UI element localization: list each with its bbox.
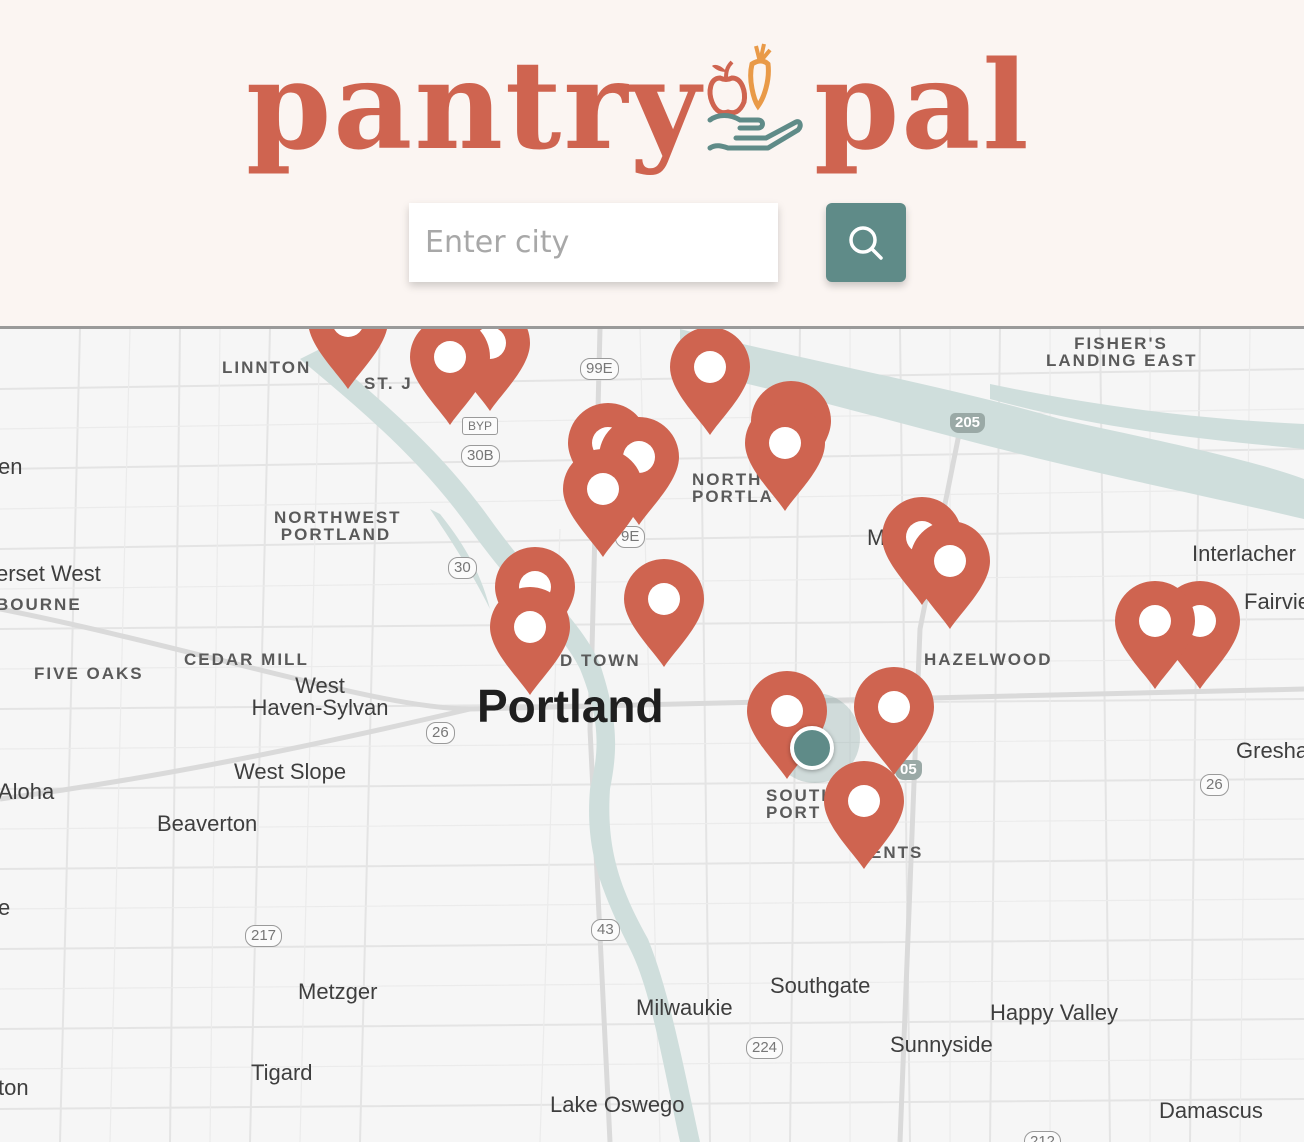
search-icon: [849, 225, 883, 260]
map-label-interlachen: Interlacher: [1192, 541, 1296, 566]
map-label-somerset-west: erset West: [0, 561, 101, 586]
route-shield-205: 205: [950, 413, 986, 433]
map-label-tigard: Tigard: [251, 1060, 313, 1085]
produce-in-hand-icon: [706, 40, 804, 158]
map-pin-icon[interactable]: [743, 401, 827, 513]
map-label-happy-valley: Happy Valley: [990, 1000, 1118, 1025]
map-label-milwaukie: Milwaukie: [636, 995, 733, 1020]
map-pin-icon[interactable]: [408, 329, 492, 427]
pantry-map[interactable]: LINNTON ST. J FISHER'S LANDING EAST NORT…: [0, 329, 1304, 1142]
logo-word-pal: pal: [814, 33, 1031, 177]
route-shield-26a: 26: [426, 722, 455, 744]
city-search-input[interactable]: [409, 203, 778, 282]
route-shield-224: 224: [746, 1037, 784, 1059]
map-label-damascus: Damascus: [1159, 1098, 1263, 1123]
map-label-northwest-line1: NORTHWEST: [274, 508, 402, 527]
logo-word-pantry: pantry: [246, 33, 703, 177]
route-shield-43: 43: [591, 919, 620, 941]
map-pin-icon[interactable]: [822, 759, 906, 871]
app-header: pantry pal: [0, 0, 1304, 329]
map-label-northwest-line2: PORTLAND: [280, 525, 392, 544]
map-label-en: en: [0, 454, 23, 479]
map-label-fishers-line2: LANDING EAST: [1046, 351, 1198, 370]
route-shield-30: 30: [448, 557, 477, 579]
map-label-northwest-portland: NORTHWEST PORTLAND: [274, 508, 402, 544]
map-label-southgate: Southgate: [770, 973, 871, 998]
map-label-aloha: Aloha: [0, 779, 55, 804]
map-label-sunnyside: Sunnyside: [890, 1032, 993, 1057]
map-label-five-oaks: FIVE OAKS: [34, 664, 144, 683]
map-label-linnton: LINNTON: [222, 358, 312, 377]
route-shield-99e: 99E: [580, 358, 619, 380]
map-pin-icon[interactable]: [306, 329, 390, 391]
map-label-metzger: Metzger: [298, 979, 378, 1004]
route-shield-212: 212: [1024, 1131, 1062, 1142]
map-pin-icon[interactable]: [561, 447, 645, 559]
map-label-beaverton: Beaverton: [157, 811, 258, 836]
route-shield-26b: 26: [1200, 774, 1229, 796]
map-label-west-line1: West: [295, 673, 345, 698]
map-label-bourne: BOURNE: [0, 595, 82, 614]
map-label-fishers-landing: FISHER'S LANDING EAST: [1046, 335, 1196, 369]
map-label-e: e: [0, 895, 11, 920]
map-pin-icon[interactable]: [622, 557, 706, 669]
map-pin-icon[interactable]: [1113, 579, 1197, 691]
pantry-pal-logo[interactable]: pantry pal: [0, 40, 1304, 170]
map-pin-icon[interactable]: [488, 585, 572, 697]
map-label-west-haven-sylvan: West Haven-Sylvan: [248, 675, 392, 719]
route-shield-217: 217: [245, 925, 283, 947]
map-label-cedar-mill: CEDAR MILL: [184, 650, 309, 669]
map-label-lake-oswego: Lake Oswego: [550, 1092, 685, 1117]
map-label-west-slope: West Slope: [234, 759, 347, 784]
map-label-west-line2: Haven-Sylvan: [251, 695, 389, 720]
map-label-fairview: Fairvie: [1244, 589, 1304, 614]
map-pin-icon[interactable]: [908, 519, 992, 631]
user-location-icon: [790, 726, 834, 770]
route-shield-30b: 30B: [461, 445, 500, 467]
map-label-ton: ton: [0, 1075, 29, 1100]
map-label-gresham: Gresha: [1236, 738, 1304, 763]
map-label-fishers-line1: FISHER'S: [1074, 334, 1168, 353]
search-button[interactable]: [826, 203, 906, 282]
map-label-hazelwood: HAZELWOOD: [924, 650, 1053, 669]
